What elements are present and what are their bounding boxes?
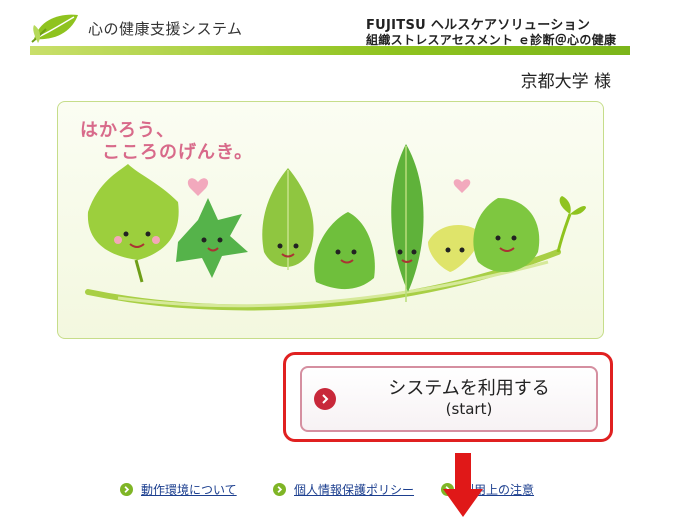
start-system-button[interactable]: システムを利用する (start) <box>300 366 598 432</box>
hero-banner: はかろう、 こころのげんき。 <box>57 101 604 339</box>
start-button-sublabel: (start) <box>445 400 493 418</box>
link-label: 個人情報保護ポリシー <box>294 483 415 497</box>
start-button-label: システムを利用する <box>388 378 550 399</box>
link-system-requirements[interactable]: 動作環境について <box>120 481 237 498</box>
system-title: 心の健康支援システム <box>88 20 243 38</box>
chevron-right-icon <box>314 388 336 410</box>
red-down-arrow-icon <box>443 453 483 517</box>
link-label: 動作環境について <box>141 483 237 497</box>
chevron-right-icon <box>120 483 133 496</box>
link-privacy-policy[interactable]: 個人情報保護ポリシー <box>273 481 414 498</box>
leaf-logo-icon <box>31 14 78 43</box>
customer-name: 京都大学 様 <box>520 72 611 92</box>
slogan-line-2: こころのげんき。 <box>102 142 254 163</box>
chevron-right-icon <box>273 483 286 496</box>
header-divider-bar <box>30 46 630 55</box>
header: 心の健康支援システム FUJITSU ヘルスケアソリューション 組織ストレスアセ… <box>0 0 699 56</box>
